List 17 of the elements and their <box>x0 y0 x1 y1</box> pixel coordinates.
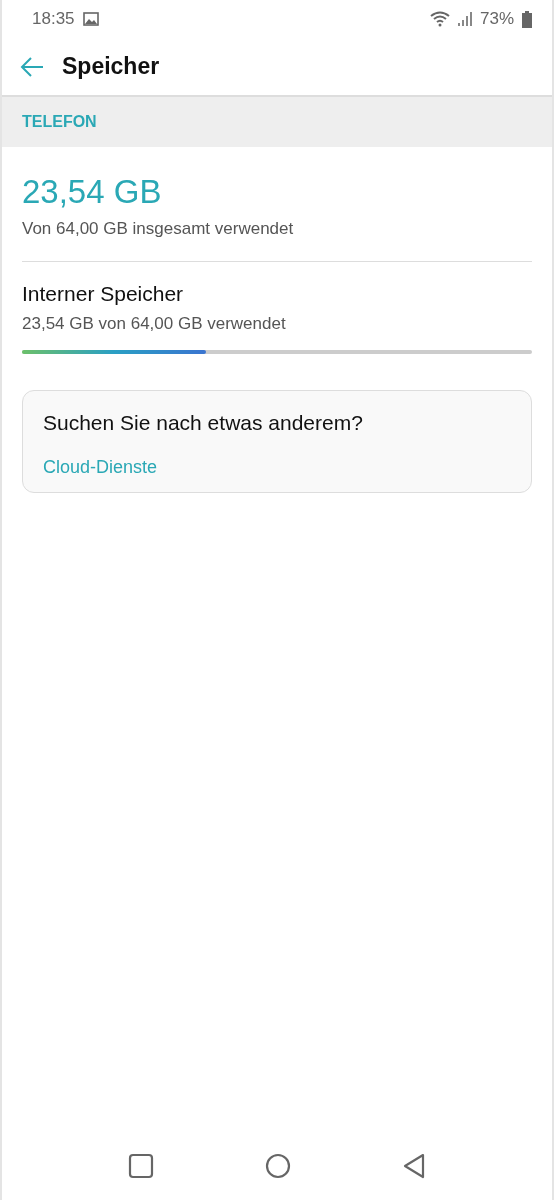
battery-percentage: 73% <box>479 9 514 29</box>
home-icon[interactable] <box>265 1153 291 1179</box>
wifi-icon <box>429 11 450 27</box>
storage-detail: 23,54 GB von 64,00 GB verwendet <box>22 314 287 334</box>
used-storage-value: 23,54 GB <box>22 173 163 211</box>
image-icon <box>82 12 99 26</box>
recent-apps-icon[interactable] <box>127 1153 154 1179</box>
back-arrow-icon[interactable] <box>20 56 44 77</box>
card-question: Suchen Sie nach etwas anderem? <box>43 411 364 435</box>
back-icon[interactable] <box>402 1153 427 1179</box>
section-header: TELEFON <box>22 113 97 131</box>
battery-icon <box>522 10 532 28</box>
screen-title: Speicher <box>62 53 160 80</box>
clock: 18:35 <box>32 9 75 29</box>
used-storage-caption: Von 64,00 GB insgesamt verwendet <box>22 219 295 239</box>
signal-icon <box>457 12 472 26</box>
storage-name[interactable]: Interner Speicher <box>22 282 532 306</box>
